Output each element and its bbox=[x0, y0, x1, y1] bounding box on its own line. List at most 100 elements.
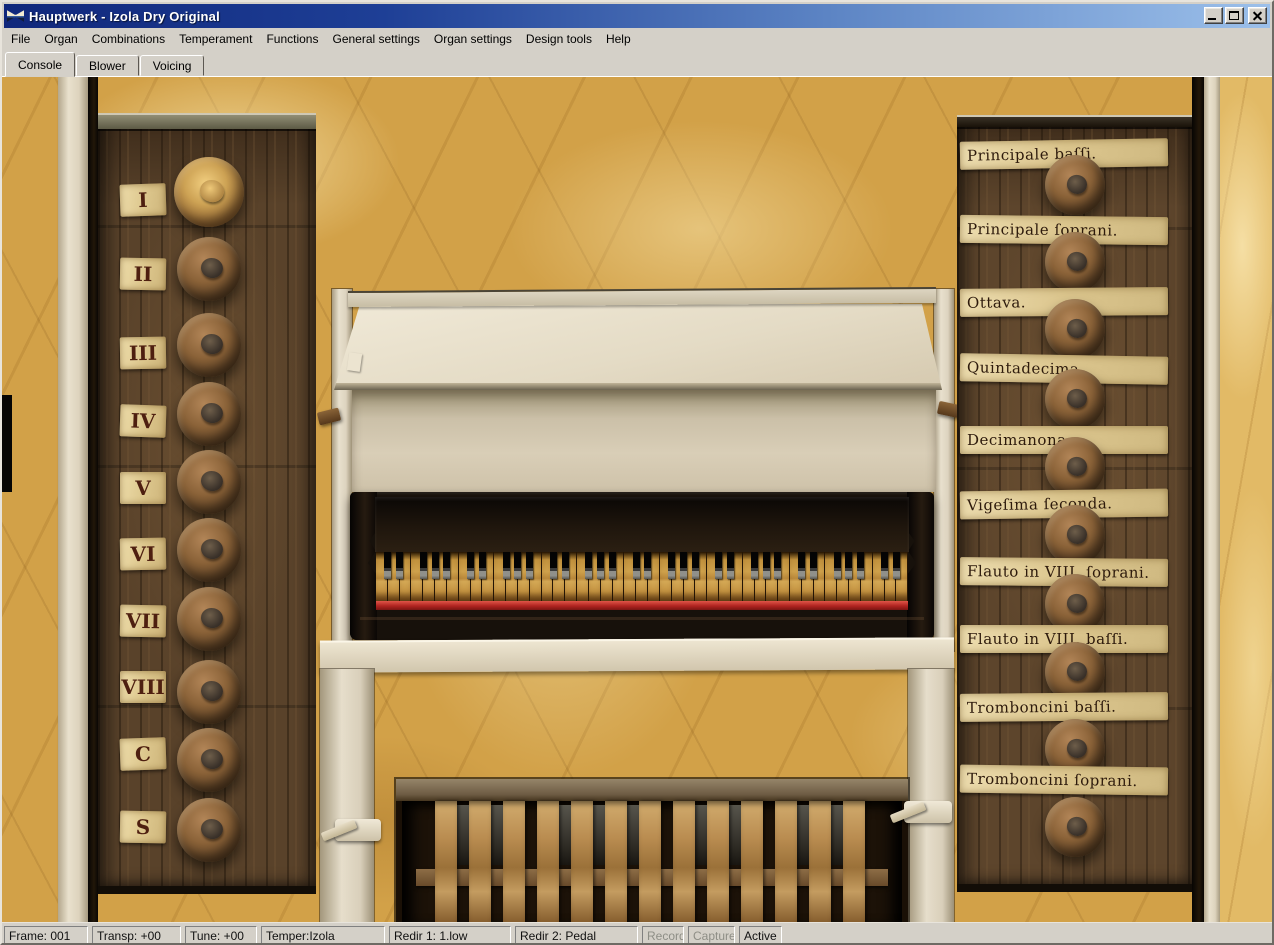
stop-knob-principale-oprani[interactable] bbox=[1045, 232, 1105, 292]
pedal-key[interactable] bbox=[775, 801, 797, 922]
pedal-sharp-key[interactable] bbox=[830, 805, 844, 865]
keyboard-sharp-key[interactable] bbox=[432, 552, 439, 579]
pedal-key[interactable] bbox=[605, 801, 627, 922]
keyboard-sharp-key[interactable] bbox=[857, 552, 864, 579]
keyboard-sharp-key[interactable] bbox=[550, 552, 557, 579]
pedal-sharp-key[interactable] bbox=[558, 805, 572, 865]
keyboard-sharp-key[interactable] bbox=[503, 552, 510, 579]
keyboard-sharp-key[interactable] bbox=[562, 552, 569, 579]
menu-general-settings[interactable]: General settings bbox=[325, 29, 426, 49]
pedal-key[interactable] bbox=[537, 801, 559, 922]
menu-combinations[interactable]: Combinations bbox=[85, 29, 172, 49]
menu-file[interactable]: File bbox=[4, 29, 37, 49]
tab-blower[interactable]: Blower bbox=[76, 55, 139, 76]
stop-knob-vige-ima-econda[interactable] bbox=[1045, 505, 1105, 565]
pedal-key[interactable] bbox=[639, 801, 661, 922]
keyboard-sharp-key[interactable] bbox=[751, 552, 758, 579]
stop-knob-tromboncini-oprani[interactable] bbox=[1045, 797, 1105, 857]
keyboard-sharp-key[interactable] bbox=[609, 552, 616, 579]
stop-knob-decimanona[interactable] bbox=[1045, 437, 1105, 497]
pedal-sharp-key[interactable] bbox=[694, 805, 708, 865]
keyboard-sharp-key[interactable] bbox=[526, 552, 533, 579]
keyboard-sharp-key[interactable] bbox=[467, 552, 474, 579]
stop-knob-iv[interactable] bbox=[177, 382, 241, 446]
keyboard-sharp-key[interactable] bbox=[668, 552, 675, 579]
minimize-button[interactable] bbox=[1204, 7, 1223, 24]
keyboard-sharp-key[interactable] bbox=[692, 552, 699, 579]
keyboard bbox=[350, 492, 934, 640]
keyboard-sharp-key[interactable] bbox=[893, 552, 900, 579]
keyboard-sharp-key[interactable] bbox=[680, 552, 687, 579]
turn-latch-left[interactable] bbox=[335, 819, 381, 841]
keyboard-sharp-key[interactable] bbox=[396, 552, 403, 579]
pedal-key[interactable] bbox=[571, 801, 593, 922]
pedal-sharp-key[interactable] bbox=[728, 805, 742, 865]
stop-knob-principale-ba-i[interactable] bbox=[1045, 155, 1105, 215]
turn-latch-right[interactable] bbox=[904, 801, 952, 823]
pedal-sharp-key[interactable] bbox=[796, 805, 810, 865]
maximize-button[interactable] bbox=[1225, 7, 1244, 24]
status-capture[interactable]: Capture bbox=[688, 926, 735, 945]
hauptwerk-window: Hauptwerk - Izola Dry Original FileOrgan… bbox=[0, 0, 1274, 945]
keyboard-sharp-key[interactable] bbox=[715, 552, 722, 579]
keyboard-sharp-key[interactable] bbox=[763, 552, 770, 579]
keyboard-sharp-key[interactable] bbox=[514, 552, 521, 579]
pedal-sharp-key[interactable] bbox=[626, 805, 640, 865]
stop-knob-s[interactable] bbox=[177, 798, 241, 862]
keyboard-sharp-key[interactable] bbox=[834, 552, 841, 579]
pedal-key[interactable] bbox=[741, 801, 763, 922]
close-button[interactable] bbox=[1248, 7, 1267, 24]
right-marble-column bbox=[1220, 77, 1272, 922]
title-bar[interactable]: Hauptwerk - Izola Dry Original bbox=[2, 2, 1272, 28]
keyboard-sharp-key[interactable] bbox=[597, 552, 604, 579]
status-active[interactable]: Active bbox=[739, 926, 782, 945]
menu-help[interactable]: Help bbox=[599, 29, 638, 49]
keyboard-sharp-key[interactable] bbox=[633, 552, 640, 579]
keyboard-sharp-key[interactable] bbox=[585, 552, 592, 579]
stop-label-s: S bbox=[120, 811, 167, 844]
menu-design-tools[interactable]: Design tools bbox=[519, 29, 599, 49]
pedal-key[interactable] bbox=[809, 801, 831, 922]
keyboard-sharp-key[interactable] bbox=[798, 552, 805, 579]
keyboard-sharp-key[interactable] bbox=[727, 552, 734, 579]
keyboard-sharp-key[interactable] bbox=[443, 552, 450, 579]
stop-knob-ii[interactable] bbox=[177, 237, 241, 301]
pedal-key[interactable] bbox=[843, 801, 865, 922]
keyboard-sharp-key[interactable] bbox=[420, 552, 427, 579]
stop-knob-vii[interactable] bbox=[177, 587, 241, 651]
keyboard-sharp-key[interactable] bbox=[845, 552, 852, 579]
menu-functions[interactable]: Functions bbox=[259, 29, 325, 49]
tab-voicing[interactable]: Voicing bbox=[140, 55, 205, 76]
stop-knob-v[interactable] bbox=[177, 450, 241, 514]
stop-knob-vi[interactable] bbox=[177, 518, 241, 582]
tab-console[interactable]: Console bbox=[5, 52, 75, 77]
pedal-sharp-key[interactable] bbox=[456, 805, 470, 865]
stop-knob-c[interactable] bbox=[177, 728, 241, 792]
status-record[interactable]: Record bbox=[642, 926, 684, 945]
keyboard-sharp-key[interactable] bbox=[774, 552, 781, 579]
stop-knob-viii[interactable] bbox=[177, 660, 241, 724]
stop-knob-quintadecima[interactable] bbox=[1045, 369, 1105, 429]
menu-organ-settings[interactable]: Organ settings bbox=[427, 29, 519, 49]
stop-knob-ottava[interactable] bbox=[1045, 299, 1105, 359]
keyboard-sharp-key[interactable] bbox=[810, 552, 817, 579]
menu-temperament[interactable]: Temperament bbox=[172, 29, 259, 49]
pedal-key[interactable] bbox=[707, 801, 729, 922]
pedal-key[interactable] bbox=[469, 801, 491, 922]
keyboard-sharp-key[interactable] bbox=[881, 552, 888, 579]
console-post-right bbox=[908, 669, 954, 922]
pedal-sharp-key[interactable] bbox=[490, 805, 504, 865]
menu-bar: FileOrganCombinationsTemperamentFunction… bbox=[2, 28, 1272, 50]
pedal-key[interactable] bbox=[435, 801, 457, 922]
pedal-key[interactable] bbox=[503, 801, 525, 922]
pedal-key[interactable] bbox=[673, 801, 695, 922]
menu-organ[interactable]: Organ bbox=[37, 29, 84, 49]
stop-knob-i[interactable] bbox=[174, 157, 244, 227]
stop-label-vi: VI bbox=[120, 538, 167, 571]
maximize-icon bbox=[1229, 11, 1239, 20]
pedal-sharp-key[interactable] bbox=[592, 805, 606, 865]
keyboard-sharp-key[interactable] bbox=[644, 552, 651, 579]
stop-knob-iii[interactable] bbox=[177, 313, 241, 377]
keyboard-sharp-key[interactable] bbox=[384, 552, 391, 579]
keyboard-sharp-key[interactable] bbox=[479, 552, 486, 579]
